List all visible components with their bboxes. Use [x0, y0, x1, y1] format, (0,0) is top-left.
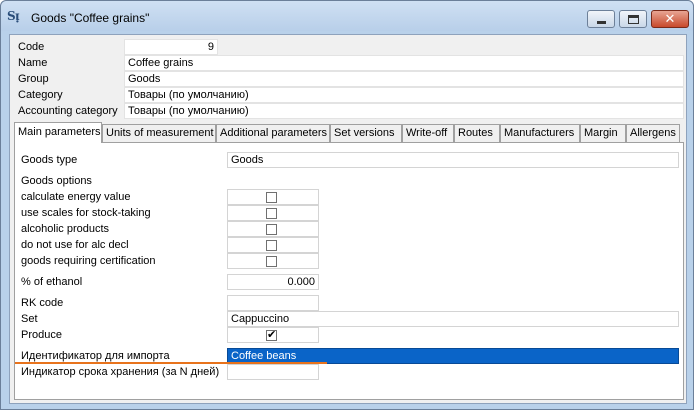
option-label-energy: calculate energy value: [21, 191, 131, 203]
accounting-category-row: Accounting category Товары (по умолчанию…: [14, 103, 686, 119]
tab-write-off[interactable]: Write-off: [402, 124, 454, 142]
accounting-category-field[interactable]: Товары (по умолчанию): [124, 103, 684, 119]
goods-type-field[interactable]: Goods: [227, 152, 679, 168]
window-title: Goods "Coffee grains": [31, 11, 150, 25]
maximize-icon: [627, 14, 639, 24]
use-scales-checkbox[interactable]: [266, 208, 277, 219]
alcoholic-checkbox[interactable]: [266, 224, 277, 235]
produce-checkbox[interactable]: ✔: [266, 330, 277, 341]
shelf-life-label: Индикатор срока хранения (за N дней): [21, 366, 220, 378]
minimize-icon: [596, 20, 606, 24]
category-row: Category Товары (по умолчанию): [14, 87, 686, 103]
option-label-alc-decl: do not use for alc decl: [21, 239, 129, 251]
goods-type-label: Goods type: [21, 154, 78, 166]
goods-options-label: Goods options: [21, 175, 92, 187]
ethanol-field[interactable]: 0.000: [227, 274, 319, 290]
option-label-certification: goods requiring certification: [21, 255, 156, 267]
name-label: Name: [18, 57, 48, 69]
accounting-category-label: Accounting category: [18, 105, 118, 117]
alc-decl-checkbox[interactable]: [266, 240, 277, 251]
import-id-label: Идентификатор для импорта: [21, 350, 170, 362]
goods-window: Sᴉ Goods "Coffee grains" ✕ Code 9 Name C…: [0, 0, 694, 410]
maximize-button[interactable]: [619, 10, 647, 28]
name-field[interactable]: Coffee grains: [124, 55, 684, 71]
tab-allergens[interactable]: Allergens: [626, 124, 680, 142]
calculate-energy-checkbox[interactable]: [266, 192, 277, 203]
tab-set-versions[interactable]: Set versions: [330, 124, 402, 142]
option-label-scales: use scales for stock-taking: [21, 207, 151, 219]
group-field[interactable]: Goods: [124, 71, 684, 87]
group-row: Group Goods: [14, 71, 686, 87]
client-area: Code 9 Name Coffee grains Group Goods Ca…: [9, 34, 687, 404]
tab-routes[interactable]: Routes: [454, 124, 500, 142]
tab-manufacturers[interactable]: Manufacturers: [500, 124, 580, 142]
tab-main-parameters[interactable]: Main parameters: [14, 122, 102, 143]
close-icon: ✕: [664, 11, 676, 26]
title-bar[interactable]: Sᴉ Goods "Coffee grains" ✕: [1, 1, 693, 31]
code-row: Code 9: [14, 39, 686, 55]
rk-code-field[interactable]: [227, 295, 319, 311]
certification-checkbox[interactable]: [266, 256, 277, 267]
name-row: Name Coffee grains: [14, 55, 686, 71]
tab-units-of-measurement[interactable]: Units of measurement: [102, 124, 216, 142]
rk-code-label: RK code: [21, 297, 64, 309]
set-label: Set: [21, 313, 38, 325]
minimize-button[interactable]: [587, 10, 615, 28]
highlight-underline: [15, 362, 327, 364]
set-field[interactable]: Cappuccino: [227, 311, 679, 327]
tab-additional-parameters[interactable]: Additional parameters: [216, 124, 330, 142]
ethanol-label: % of ethanol: [21, 276, 83, 288]
code-field[interactable]: 9: [124, 39, 218, 55]
tab-strip: Main parameters Units of measurement Add…: [14, 122, 686, 143]
category-label: Category: [18, 89, 63, 101]
category-field[interactable]: Товары (по умолчанию): [124, 87, 684, 103]
close-button[interactable]: ✕: [651, 10, 689, 28]
app-icon: Sᴉ: [7, 9, 20, 23]
tab-margin[interactable]: Margin: [580, 124, 626, 142]
produce-label: Produce: [21, 329, 62, 341]
shelf-life-field[interactable]: [227, 364, 319, 380]
option-label-alcoholic: alcoholic products: [21, 223, 110, 235]
code-label: Code: [18, 41, 45, 53]
group-label: Group: [18, 73, 49, 85]
